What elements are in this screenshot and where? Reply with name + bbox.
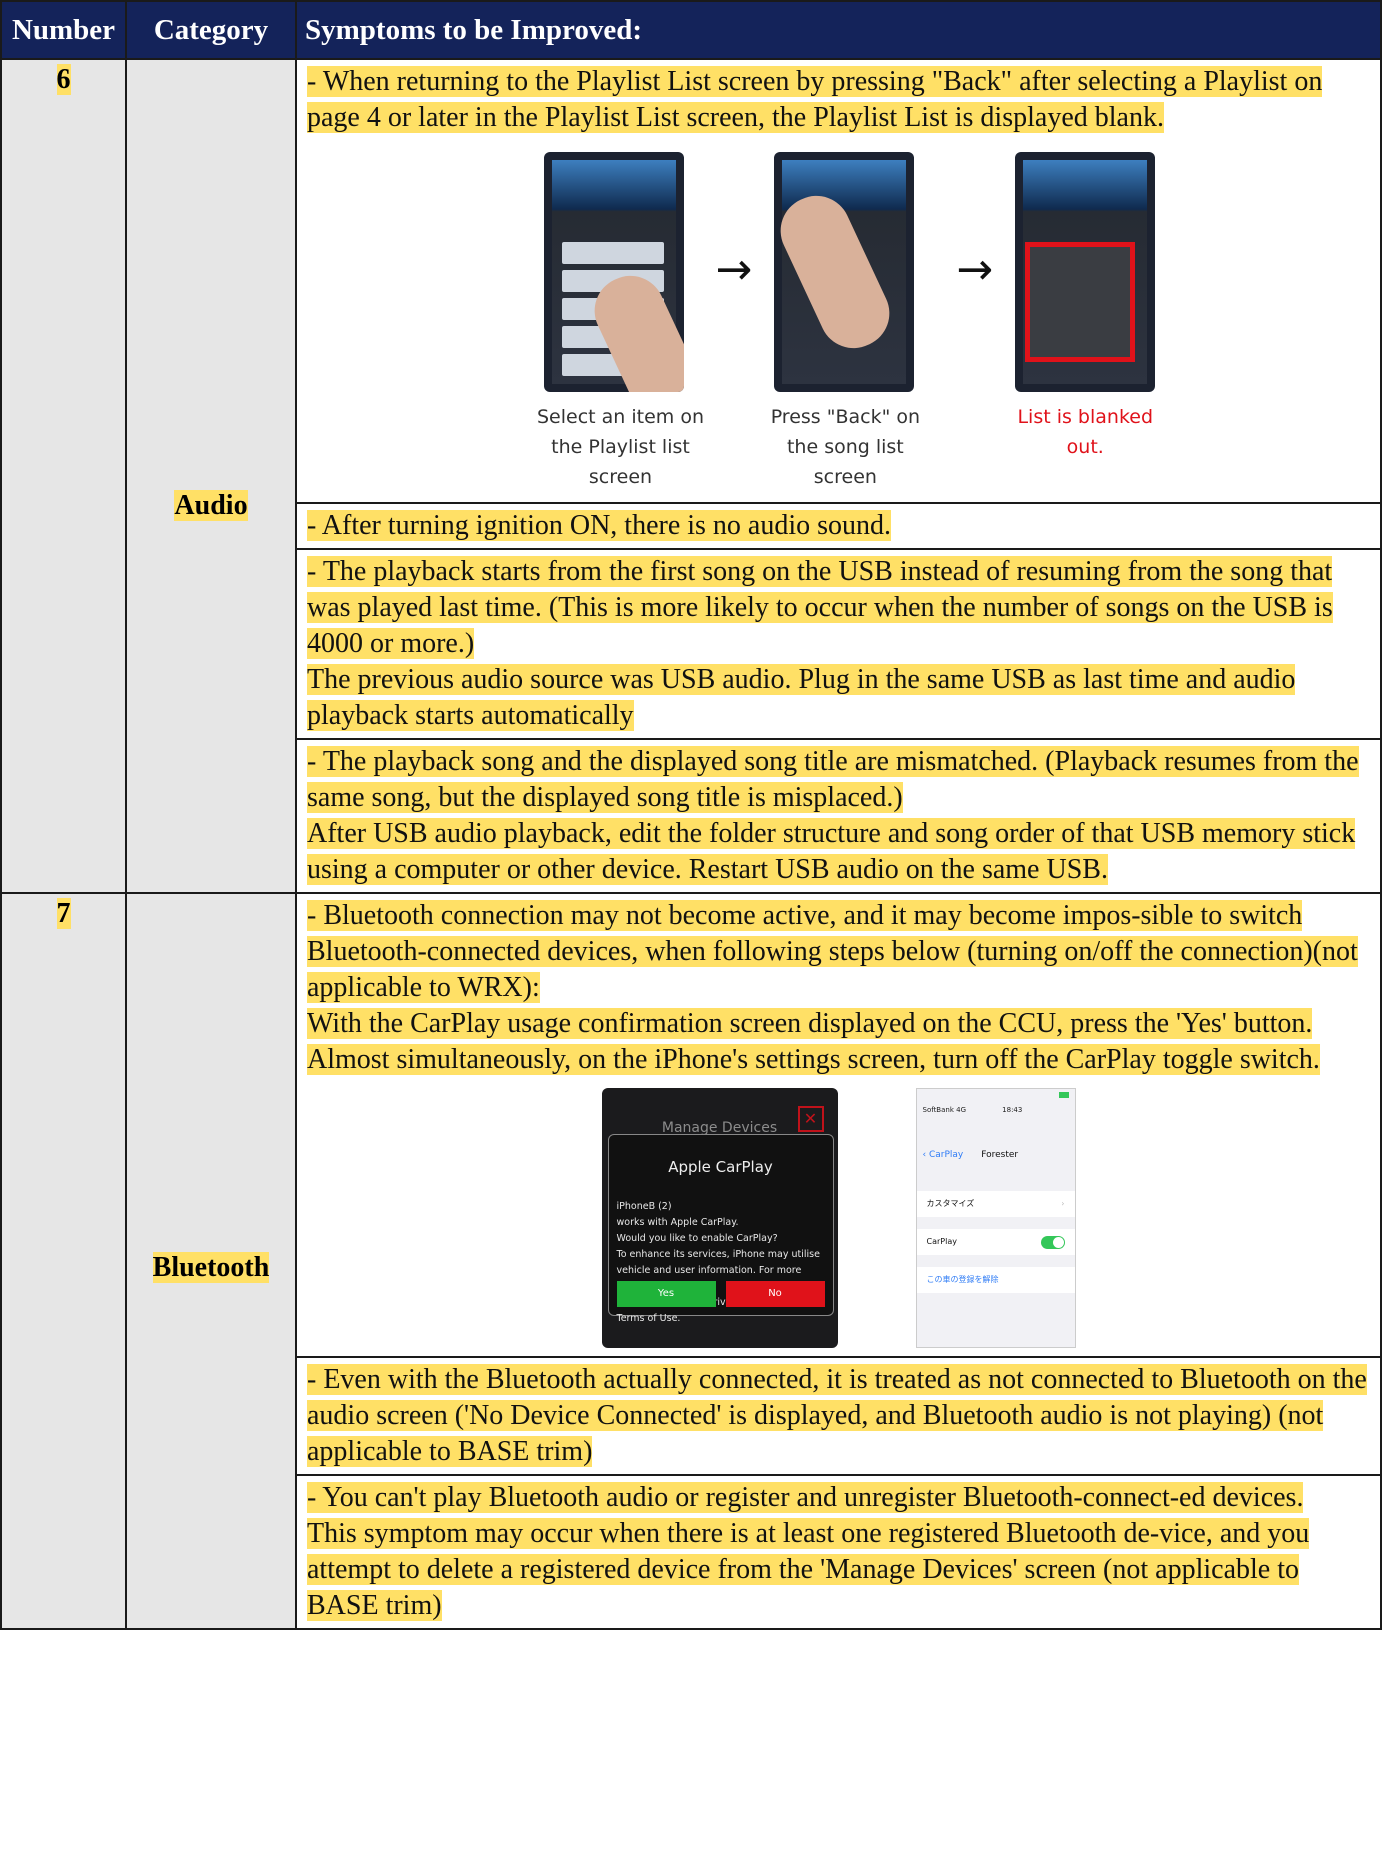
forget-row: この車の登録を解除 [916,1267,1075,1293]
dialog-title: Apple CarPlay [668,1158,773,1176]
clock-text: 18:43 [1002,1106,1023,1114]
iphone-settings-image: SoftBank 4G 18:43 ‹ CarPlay Forester カスタマイ… [915,1088,1076,1348]
header-row: Number Category Symptoms to be Improved: [0,0,1382,60]
row-category: Audio [125,58,297,894]
table-row: 7 Bluetooth - Bluetooth connection may n… [0,892,1382,1630]
carrier-text: SoftBank 4G [922,1106,967,1114]
settings-title: Forester [981,1150,1019,1160]
step-2: Press "Back" on the song list screen [771,152,934,492]
symptom-cell: - The playback song and the displayed so… [295,738,1382,894]
symptom-text: - The playback starts from the first son… [307,556,1333,659]
condition-text: With the CarPlay usage confirmation scre… [307,1008,1320,1075]
symptom-cell: - The playback starts from the first son… [295,548,1382,740]
back-link: ‹ CarPlay [922,1150,964,1160]
carplay-dialog: Apple CarPlay iPhoneB (2) works with App… [607,1134,834,1324]
battery-icon [1058,1092,1069,1098]
highlight-box [1025,242,1136,362]
symptom-cell: - When returning to the Playlist List sc… [295,58,1382,504]
symptom-text: - Bluetooth connection may not become ac… [307,900,1358,1003]
symptom-cell: - After turning ignition ON, there is no… [295,502,1382,550]
arrow-right-icon: → [715,244,753,295]
yes-button: Yes [616,1281,716,1307]
symptom-table: Number Category Symptoms to be Improved:… [0,0,1382,1630]
no-button: No [725,1281,825,1307]
step-3: List is blanked out. [1015,152,1156,462]
carplay-row: CarPlay [916,1229,1075,1255]
header-symptoms: Symptoms to be Improved: [295,0,1382,60]
symptom-text: - You can't play Bluetooth audio or regi… [307,1482,1304,1513]
phone-screen-image [543,152,684,392]
row-number: 7 [0,892,127,1630]
phone-screen-image [774,152,915,392]
customize-row: カスタマイズ › [916,1191,1075,1217]
header-number: Number [0,0,127,60]
row-category: Bluetooth [125,892,297,1630]
playlist-figure: Select an item on the Playlist list scre… [307,142,1370,488]
ccu-screen-image: Manage Devices ✕ Apple CarPlay iPhoneB (… [601,1088,838,1348]
symptom-text: - After turning ignition ON, there is no… [307,510,892,541]
symptom-cell: - Bluetooth connection may not become ac… [295,892,1382,1358]
condition-text: After USB audio playback, edit the folde… [307,818,1356,885]
symptom-text: - When returning to the Playlist List sc… [307,66,1323,133]
caption: Select an item on the Playlist list scre… [536,406,704,488]
step-1: Select an item on the Playlist list scre… [534,152,704,492]
close-icon: ✕ [797,1106,824,1132]
row-number: 6 [0,58,127,894]
carplay-toggle [1040,1235,1065,1249]
condition-text: This symptom may occur when there is at … [307,1518,1310,1621]
symptom-cell: - You can't play Bluetooth audio or regi… [295,1474,1382,1630]
symptom-cell: - Even with the Bluetooth actually conne… [295,1356,1382,1476]
condition-text: The previous audio source was USB audio.… [307,664,1296,731]
header-category: Category [125,0,297,60]
phone-screen-image [1015,152,1156,392]
symptom-table-container: Number Category Symptoms to be Improved:… [0,0,1383,1858]
arrow-right-icon: → [956,244,994,295]
caption: List is blanked out. [1017,406,1154,458]
table-row: 6 Audio - When returning to the Playlist… [0,58,1382,894]
carplay-figure: Manage Devices ✕ Apple CarPlay iPhoneB (… [307,1088,1370,1348]
symptom-text: - The playback song and the displayed so… [307,746,1359,813]
symptom-text: - Even with the Bluetooth actually conne… [307,1364,1367,1467]
caption: Press "Back" on the song list screen [770,406,921,488]
